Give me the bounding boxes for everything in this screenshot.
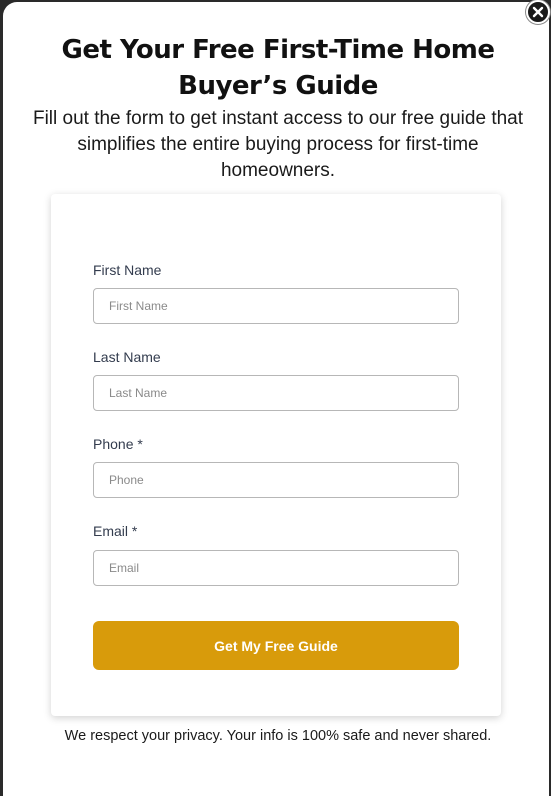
modal-subtitle: Fill out the form to get instant access … bbox=[32, 108, 524, 181]
first-name-input[interactable] bbox=[93, 288, 459, 324]
close-button[interactable] bbox=[526, 0, 550, 24]
lead-capture-modal: Get Your Free First-Time Home Buyer’s Gu… bbox=[3, 2, 549, 796]
guide-request-form: First Name Last Name Phone * Email * Get… bbox=[51, 194, 501, 716]
first-name-label: First Name bbox=[93, 262, 162, 278]
phone-input[interactable] bbox=[93, 462, 459, 498]
phone-label: Phone * bbox=[93, 436, 143, 452]
privacy-note: We respect your privacy. Your info is 10… bbox=[64, 728, 492, 744]
modal-title: Get Your Free First-Time Home Buyer’s Gu… bbox=[61, 35, 495, 101]
last-name-input[interactable] bbox=[93, 375, 459, 411]
close-icon bbox=[532, 6, 544, 18]
last-name-label: Last Name bbox=[93, 349, 161, 365]
get-free-guide-button[interactable]: Get My Free Guide bbox=[93, 621, 459, 670]
email-input[interactable] bbox=[93, 550, 459, 586]
email-label: Email * bbox=[93, 523, 138, 539]
